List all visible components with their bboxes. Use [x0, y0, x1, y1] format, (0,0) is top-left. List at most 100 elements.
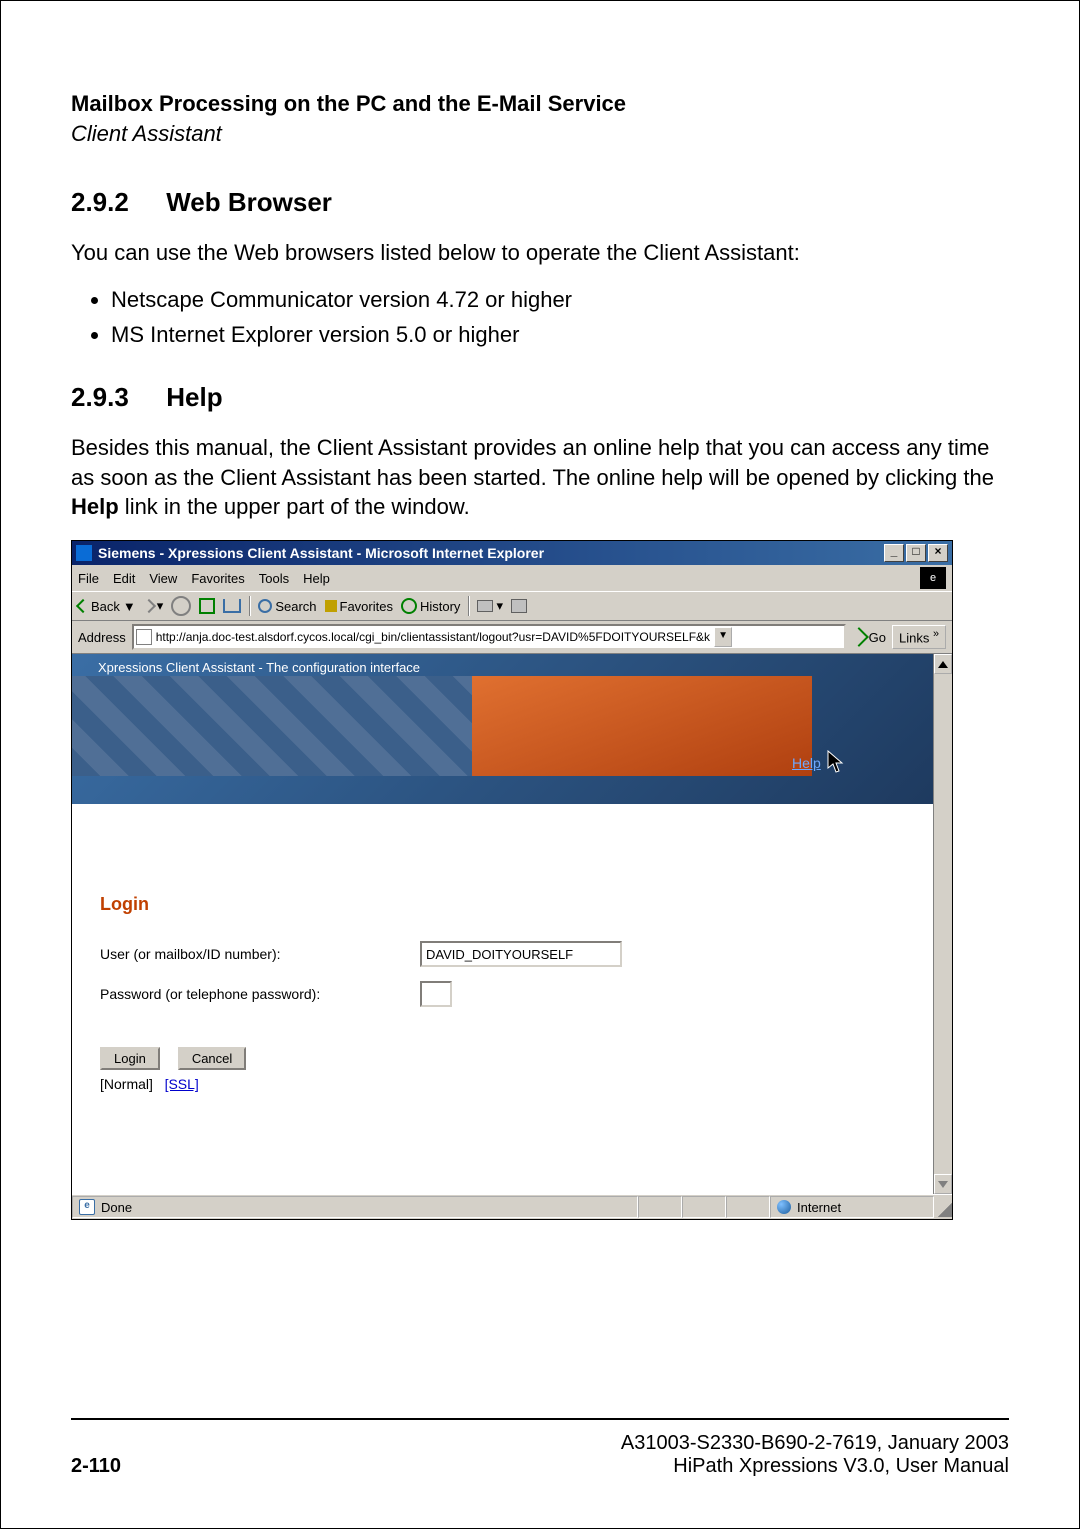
- content-area: Xpressions Client Assistant - The config…: [72, 654, 952, 1194]
- menu-view[interactable]: View: [149, 571, 177, 586]
- viewport: Xpressions Client Assistant - The config…: [72, 654, 933, 1194]
- help-paragraph: Besides this manual, the Client Assistan…: [71, 433, 1009, 522]
- login-heading: Login: [100, 894, 905, 915]
- mail-button[interactable]: ▾: [477, 598, 503, 614]
- user-input[interactable]: DAVID_DOITYOURSELF: [420, 941, 622, 967]
- page-header-subtitle: Client Assistant: [71, 121, 1009, 147]
- resize-grip-icon[interactable]: [934, 1197, 952, 1217]
- print-icon: [511, 599, 527, 613]
- section-number: 2.9.3: [71, 382, 159, 413]
- text-fragment: link in the upper part of the window.: [119, 494, 470, 519]
- section-heading-help: 2.9.3 Help: [71, 382, 1009, 413]
- stop-button[interactable]: [171, 596, 191, 616]
- home-icon: [223, 599, 241, 613]
- vertical-scrollbar[interactable]: [933, 654, 952, 1194]
- banner-caption: Xpressions Client Assistant - The config…: [98, 660, 420, 675]
- menu-bar: File Edit View Favorites Tools Help e: [72, 565, 952, 591]
- status-pane: [682, 1196, 726, 1218]
- toolbar-separator: [468, 596, 469, 616]
- scroll-up-button[interactable]: [934, 654, 952, 674]
- home-button[interactable]: [223, 599, 241, 613]
- address-label: Address: [78, 630, 126, 645]
- cancel-button[interactable]: Cancel: [178, 1047, 246, 1070]
- forward-arrow-icon: [142, 599, 156, 613]
- mode-ssl-link[interactable]: [SSL]: [165, 1076, 199, 1092]
- maximize-button[interactable]: □: [906, 544, 926, 562]
- password-label: Password (or telephone password):: [100, 986, 420, 1002]
- ie-throbber-icon: e: [920, 567, 946, 589]
- browsers-intro-text: You can use the Web browsers listed belo…: [71, 238, 1009, 268]
- footer-line-1: A31003-S2330-B690-2-7619, January 2003: [621, 1432, 1009, 1455]
- section-title: Web Browser: [166, 187, 332, 217]
- chevron-down-icon: [938, 1181, 948, 1188]
- browser-window: Siemens - Xpressions Client Assistant - …: [71, 540, 953, 1220]
- page: Mailbox Processing on the PC and the E-M…: [0, 0, 1080, 1529]
- menu-help[interactable]: Help: [303, 571, 330, 586]
- status-pane: [726, 1196, 770, 1218]
- address-dropdown-button[interactable]: ▼: [714, 627, 732, 647]
- favorites-icon: [325, 600, 337, 612]
- login-form: Login User (or mailbox/ID number): DAVID…: [72, 804, 933, 1112]
- go-button[interactable]: Go: [852, 630, 886, 645]
- page-header-title: Mailbox Processing on the PC and the E-M…: [71, 91, 1009, 117]
- back-arrow-icon: [76, 599, 90, 613]
- banner-image-right: [472, 676, 812, 776]
- stop-icon: [171, 596, 191, 616]
- text-fragment: Besides this manual, the Client Assistan…: [71, 435, 994, 490]
- page-footer: 2-110 A31003-S2330-B690-2-7619, January …: [71, 1418, 1009, 1478]
- mail-icon: [477, 600, 493, 612]
- help-link[interactable]: Help: [792, 755, 821, 771]
- search-button[interactable]: Search: [258, 599, 316, 614]
- section-heading-web-browser: 2.9.2 Web Browser: [71, 187, 1009, 218]
- page-icon: [136, 629, 152, 645]
- status-text: Done: [101, 1200, 132, 1215]
- history-icon: [401, 598, 417, 614]
- address-bar: Address http://anja.doc-test.alsdorf.cyc…: [72, 621, 952, 654]
- menu-edit[interactable]: Edit: [113, 571, 135, 586]
- address-input[interactable]: http://anja.doc-test.alsdorf.cycos.local…: [132, 624, 846, 650]
- banner: Xpressions Client Assistant - The config…: [72, 654, 933, 804]
- mouse-cursor-icon: [827, 750, 847, 776]
- internet-zone-icon: [777, 1200, 791, 1214]
- menu-tools[interactable]: Tools: [259, 571, 289, 586]
- login-button[interactable]: Login: [100, 1047, 160, 1070]
- address-value: http://anja.doc-test.alsdorf.cycos.local…: [156, 630, 710, 644]
- section-title: Help: [166, 382, 222, 412]
- window-title: Siemens - Xpressions Client Assistant - …: [98, 545, 544, 561]
- back-button[interactable]: Back ▼: [78, 599, 136, 614]
- forward-button[interactable]: ▾: [144, 598, 164, 614]
- minimize-button[interactable]: _: [884, 544, 904, 562]
- toolbar: Back ▼ ▾ Search Favorites History ▾: [72, 591, 952, 621]
- window-titlebar[interactable]: Siemens - Xpressions Client Assistant - …: [72, 541, 952, 565]
- password-input[interactable]: [420, 981, 452, 1007]
- print-button[interactable]: [511, 599, 527, 613]
- page-number: 2-110: [71, 1455, 121, 1478]
- status-pane: [638, 1196, 682, 1218]
- search-icon: [258, 599, 272, 613]
- menu-file[interactable]: File: [78, 571, 99, 586]
- user-label: User (or mailbox/ID number):: [100, 946, 420, 962]
- mode-row: [Normal] [SSL]: [100, 1076, 905, 1092]
- refresh-button[interactable]: [199, 598, 215, 614]
- menu-favorites[interactable]: Favorites: [191, 571, 244, 586]
- ie-status-icon: e: [79, 1199, 95, 1215]
- favorites-button[interactable]: Favorites: [325, 599, 393, 614]
- refresh-icon: [199, 598, 215, 614]
- browser-list: Netscape Communicator version 4.72 or hi…: [71, 282, 1009, 352]
- zone-text: Internet: [797, 1200, 841, 1215]
- footer-line-2: HiPath Xpressions V3.0, User Manual: [621, 1455, 1009, 1478]
- help-keyword: Help: [71, 494, 119, 519]
- scroll-down-button[interactable]: [934, 1174, 952, 1194]
- links-button[interactable]: Links »: [892, 625, 946, 648]
- go-arrow-icon: [849, 627, 869, 647]
- close-button[interactable]: ×: [928, 544, 948, 562]
- status-bar: e Done Internet: [72, 1194, 952, 1219]
- ie-app-icon: [76, 545, 92, 561]
- mode-normal: [Normal]: [100, 1076, 153, 1092]
- section-number: 2.9.2: [71, 187, 159, 218]
- chevron-up-icon: [938, 661, 948, 668]
- list-item: Netscape Communicator version 4.72 or hi…: [111, 282, 1009, 317]
- banner-image-left: [72, 676, 472, 776]
- history-button[interactable]: History: [401, 598, 460, 614]
- list-item: MS Internet Explorer version 5.0 or high…: [111, 317, 1009, 352]
